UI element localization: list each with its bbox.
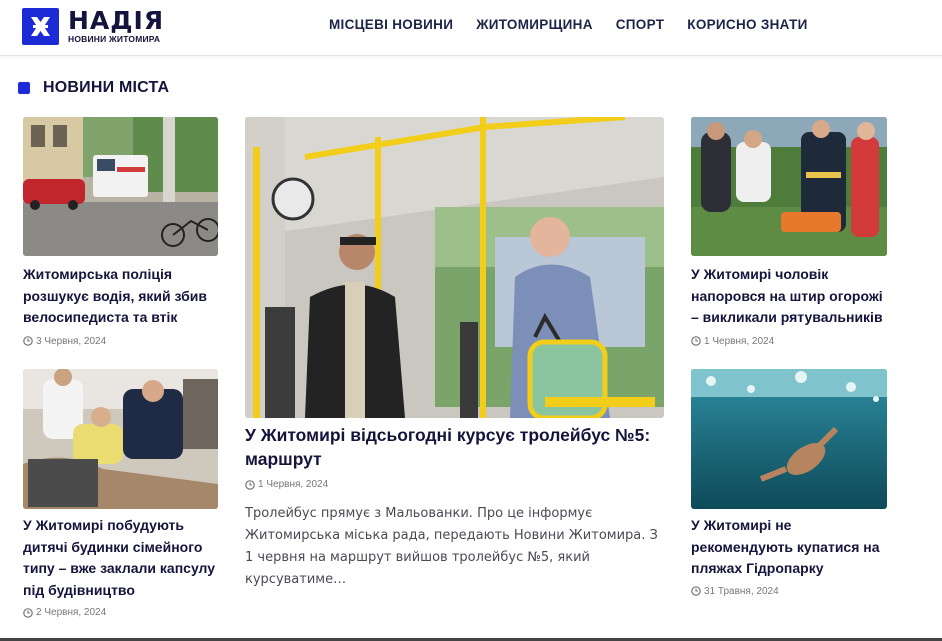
- article-title[interactable]: У Житомирі не рекомендують купатися на п…: [691, 515, 887, 580]
- featured-article-excerpt: Тролейбус прямує з Мальованки. Про це ін…: [245, 506, 658, 587]
- article-thumbnail[interactable]: [691, 117, 887, 256]
- clock-icon: [23, 336, 33, 346]
- article-date-text: 2 Червня, 2024: [36, 607, 107, 618]
- nav-item-local-news[interactable]: МІСЦЕВІ НОВИНИ: [329, 17, 453, 32]
- clock-icon: [691, 336, 701, 346]
- article-date-text: 1 Червня, 2024: [704, 335, 775, 347]
- article-date: 3 Червня, 2024: [23, 336, 218, 347]
- article-date-text: 1 Червня, 2024: [258, 479, 329, 490]
- article-title[interactable]: Житомирська поліція розшукує водія, який…: [23, 264, 218, 329]
- article-thumbnail[interactable]: [23, 369, 218, 509]
- featured-article-title[interactable]: У Житомирі відсьогодні курсує тролейбус …: [245, 423, 664, 471]
- logo-icon: [22, 8, 59, 45]
- article-date: 1 Червня, 2024: [245, 479, 664, 490]
- article-card: У Житомирі не рекомендують купатися на п…: [691, 369, 887, 597]
- article-thumbnail[interactable]: [691, 369, 887, 509]
- article-card: У Житомирі побудують дитячі будинки сіме…: [23, 369, 218, 618]
- logo-tagline: НОВИНИ ЖИТОМИРА: [68, 34, 161, 44]
- article-date: 2 Червня, 2024: [23, 607, 218, 618]
- featured-article-thumbnail[interactable]: [245, 117, 664, 418]
- article-date: 1 Червня, 2024: [691, 336, 887, 347]
- nav-item-useful[interactable]: КОРИСНО ЗНАТИ: [687, 17, 807, 32]
- nav-item-zhytomyr-region[interactable]: ЖИТОМИРЩИНА: [476, 17, 593, 32]
- article-date-text: 3 Червня, 2024: [36, 335, 107, 347]
- article-title[interactable]: У Житомирі чоловік напоровся на штир ого…: [691, 264, 887, 329]
- section-header: НОВИНИ МІСТА: [18, 79, 169, 97]
- article-card: У Житомирі чоловік напоровся на штир ого…: [691, 117, 887, 347]
- section-marker-icon: [18, 82, 30, 94]
- article-date-text: 31 Травня, 2024: [704, 585, 779, 597]
- clock-icon: [691, 586, 701, 596]
- site-header: НАДІЯ НОВИНИ ЖИТОМИРА МІСЦЕВІ НОВИНИ ЖИТ…: [0, 0, 942, 56]
- clock-icon: [245, 479, 255, 490]
- article-thumbnail[interactable]: [23, 117, 218, 256]
- clock-icon: [23, 607, 33, 618]
- site-logo[interactable]: НАДІЯ НОВИНИ ЖИТОМИРА: [22, 8, 164, 45]
- article-title[interactable]: У Житомирі побудують дитячі будинки сіме…: [23, 515, 218, 601]
- featured-article-card: У Житомирі відсьогодні курсує тролейбус …: [245, 117, 664, 591]
- logo-name: НАДІЯ: [68, 6, 165, 35]
- section-title: НОВИНИ МІСТА: [43, 79, 170, 96]
- nav-item-sport[interactable]: СПОРТ: [616, 17, 665, 32]
- article-date: 31 Травня, 2024: [691, 586, 887, 597]
- article-card: Житомирська поліція розшукує водія, який…: [23, 117, 218, 347]
- main-nav: МІСЦЕВІ НОВИНИ ЖИТОМИРЩИНА СПОРТ КОРИСНО…: [329, 17, 831, 32]
